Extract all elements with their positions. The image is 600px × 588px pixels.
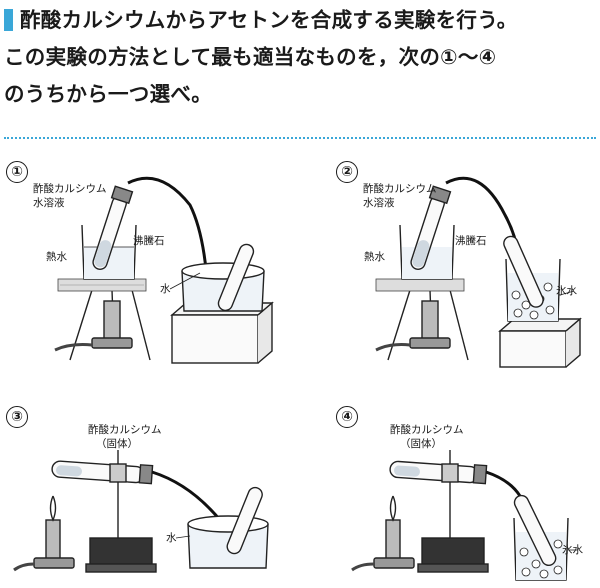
label-reagent: 酢酸カルシウム	[390, 424, 464, 436]
dotted-divider	[4, 137, 596, 139]
label-hot-water: 熱水	[364, 251, 385, 263]
question-text: 酢酸カルシウムからアセトンを合成する実験を行う。 この実験の方法として最も適当な…	[4, 2, 596, 113]
label-reagent-state: 水溶液	[33, 197, 65, 209]
label-water: 水	[166, 532, 177, 544]
option-3-diagram[interactable]: ③ 酢酸カルシウム （固体） 水	[0, 400, 300, 588]
question-line-1-text: 酢酸カルシウムからアセトンを合成する実験を行う。	[20, 8, 518, 32]
label-reagent-state: 水溶液	[363, 197, 395, 209]
option-4-apparatus	[351, 450, 578, 581]
question-line-2: この実験の方法として最も適当なものを，次の①～④	[4, 45, 497, 69]
option-2-diagram[interactable]: ② 酢酸カルシウム 水溶液 沸騰石 熱水 氷水	[330, 155, 600, 375]
label-ice-water: 氷水	[556, 285, 577, 297]
question-line-1: 酢酸カルシウムからアセトンを合成する実験を行う。	[4, 2, 596, 39]
option-1-diagram[interactable]: ① 酢酸カルシウム 水溶液 沸騰石 熱水 水	[0, 155, 300, 375]
label-reagent: 酢酸カルシウム	[363, 183, 437, 195]
label-boiling-chips: 沸騰石	[133, 235, 165, 247]
question-line-3: のうちから一つ選べ。	[4, 82, 212, 106]
question-marker	[4, 9, 13, 31]
label-water: 水	[160, 283, 171, 295]
label-reagent-state: （固体）	[400, 438, 442, 450]
label-reagent-state: （固体）	[96, 438, 138, 450]
label-boiling-chips: 沸騰石	[455, 235, 487, 247]
option-4-diagram[interactable]: ④ 酢酸カルシウム （固体） 氷水	[330, 400, 600, 588]
label-hot-water: 熱水	[46, 251, 67, 263]
label-reagent: 酢酸カルシウム	[88, 424, 162, 436]
label-ice-water: 氷水	[562, 544, 583, 556]
label-reagent: 酢酸カルシウム	[33, 183, 107, 195]
